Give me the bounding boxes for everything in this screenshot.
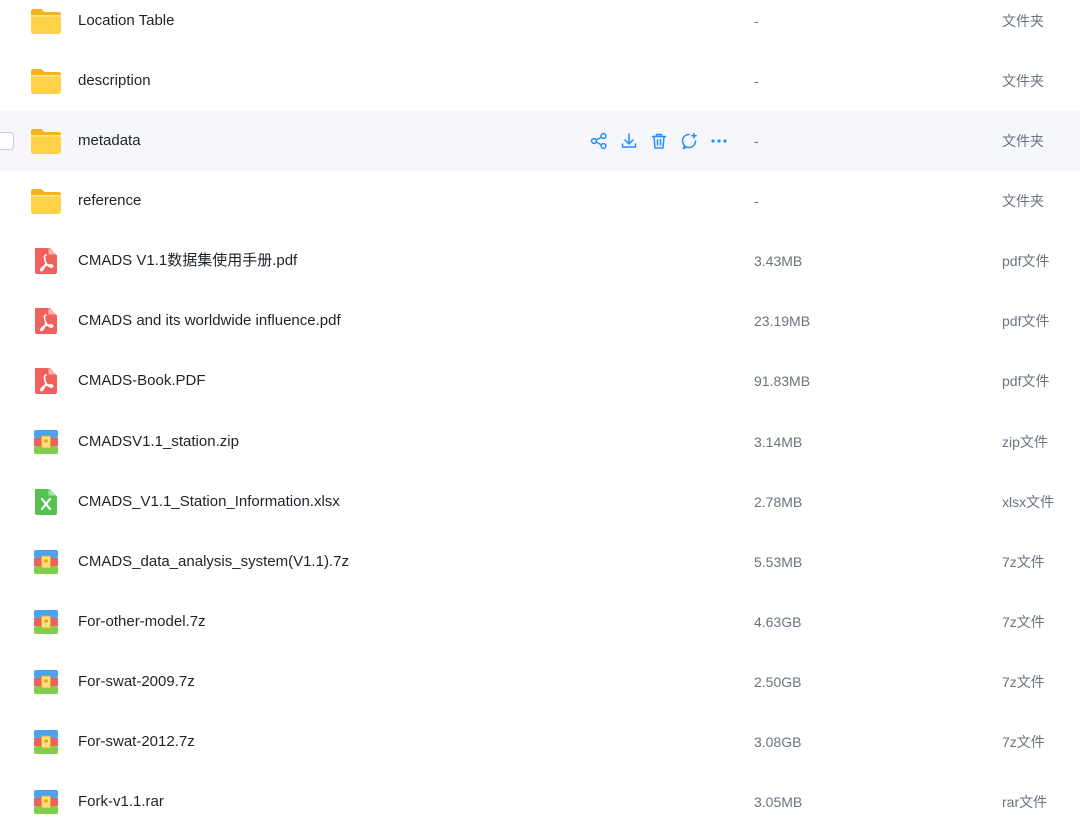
file-name[interactable]: description	[78, 51, 151, 111]
file-type: 文件夹	[1002, 132, 1044, 149]
file-name[interactable]: CMADSV1.1_station.zip	[78, 412, 239, 472]
file-type: rar文件	[1002, 794, 1048, 811]
file-type: pdf文件	[1002, 253, 1050, 270]
folder-icon	[30, 187, 62, 215]
row-checkbox[interactable]	[0, 131, 14, 150]
more-button[interactable]	[708, 130, 730, 152]
file-name[interactable]: reference	[78, 171, 141, 231]
file-size: -	[754, 72, 759, 89]
file-size: 3.05MB	[754, 794, 803, 811]
file-type: 7z文件	[1002, 734, 1045, 751]
file-row[interactable]: CMADS_data_analysis_system(V1.1).7z 5.53M…	[0, 532, 1080, 592]
file-type: pdf文件	[1002, 313, 1050, 330]
file-name[interactable]: CMADS and its worldwide influence.pdf	[78, 291, 341, 351]
file-name[interactable]: For-other-model.7z	[78, 592, 206, 652]
file-type: 7z文件	[1002, 674, 1045, 691]
file-size: 2.78MB	[754, 493, 803, 510]
file-type: 文件夹	[1002, 192, 1044, 209]
file-row[interactable]: CMADS-Book.PDF 91.83MB pdf文件	[0, 351, 1080, 411]
file-size: -	[754, 192, 759, 209]
pdf-icon	[30, 247, 62, 275]
file-type: xlsx文件	[1002, 493, 1055, 510]
row-actions	[588, 130, 738, 152]
file-row[interactable]: Location Table - 文件夹	[0, 0, 1080, 51]
file-row[interactable]: CMADS V1.1数据集使用手册.pdf 3.43MB pdf文件	[0, 231, 1080, 291]
delete-button[interactable]	[648, 130, 670, 152]
file-name[interactable]: CMADS V1.1数据集使用手册.pdf	[78, 231, 297, 291]
archive-icon	[30, 548, 62, 576]
download-button[interactable]	[618, 130, 640, 152]
file-name[interactable]: CMADS_V1.1_Station_Information.xlsx	[78, 472, 340, 532]
file-size: 3.14MB	[754, 433, 803, 450]
archive-icon	[30, 788, 62, 816]
file-size: 91.83MB	[754, 373, 811, 390]
file-row[interactable]: CMADSV1.1_station.zip 3.14MB zip文件	[0, 412, 1080, 472]
file-row[interactable]: Fork-v1.1.rar 3.05MB rar文件	[0, 772, 1080, 826]
file-row[interactable]: CMADS_V1.1_Station_Information.xlsx 2.78M…	[0, 472, 1080, 532]
file-size: 5.53MB	[754, 553, 803, 570]
file-name[interactable]: Fork-v1.1.rar	[78, 772, 164, 826]
archive-icon	[30, 728, 62, 756]
file-type: 文件夹	[1002, 72, 1044, 89]
share-button[interactable]	[588, 130, 610, 152]
file-size: 2.50GB	[754, 674, 802, 691]
file-size: 23.19MB	[754, 313, 811, 330]
folder-icon	[30, 67, 62, 95]
file-type: zip文件	[1002, 433, 1048, 450]
file-size: -	[754, 12, 759, 29]
archive-icon	[30, 428, 62, 456]
pdf-icon	[30, 307, 62, 335]
file-row[interactable]: CMADS and its worldwide influence.pdf 23.…	[0, 291, 1080, 351]
excel-icon	[30, 488, 62, 516]
file-row[interactable]: reference - 文件夹	[0, 171, 1080, 231]
file-list: Location Table - 文件夹 description - 文件夹 metadat…	[0, 0, 1080, 826]
folder-icon	[30, 127, 62, 155]
file-size: 3.43MB	[754, 253, 803, 270]
file-name[interactable]: metadata	[78, 111, 141, 171]
file-name[interactable]: For-swat-2012.7z	[78, 712, 195, 772]
file-row[interactable]: For-swat-2012.7z 3.08GB 7z文件	[0, 712, 1080, 772]
comment-icon	[680, 132, 698, 150]
file-row[interactable]: metadata - 文件夹	[0, 110, 1080, 171]
file-size: -	[754, 132, 759, 149]
file-size: 3.08GB	[754, 734, 802, 751]
file-name[interactable]: CMADS-Book.PDF	[78, 351, 206, 411]
more-icon	[710, 132, 728, 150]
file-name[interactable]: Location Table	[78, 0, 174, 51]
folder-icon	[30, 7, 62, 35]
share-icon	[590, 132, 608, 150]
comment-button[interactable]	[678, 130, 700, 152]
download-icon	[620, 132, 638, 150]
file-name[interactable]: CMADS_data_analysis_system(V1.1).7z	[78, 532, 349, 592]
file-row[interactable]: For-swat-2009.7z 2.50GB 7z文件	[0, 652, 1080, 712]
file-type: 7z文件	[1002, 553, 1045, 570]
file-type: 7z文件	[1002, 614, 1045, 630]
trash-icon	[650, 132, 668, 150]
file-type: pdf文件	[1002, 373, 1050, 390]
file-type: 文件夹	[1002, 12, 1044, 29]
file-row[interactable]: description - 文件夹	[0, 51, 1080, 111]
archive-icon	[30, 668, 62, 696]
pdf-icon	[30, 367, 62, 395]
file-name[interactable]: For-swat-2009.7z	[78, 652, 195, 712]
file-row[interactable]: For-other-model.7z 4.63GB 7z文件	[0, 592, 1080, 652]
file-size: 4.63GB	[754, 614, 802, 630]
archive-icon	[30, 608, 62, 636]
